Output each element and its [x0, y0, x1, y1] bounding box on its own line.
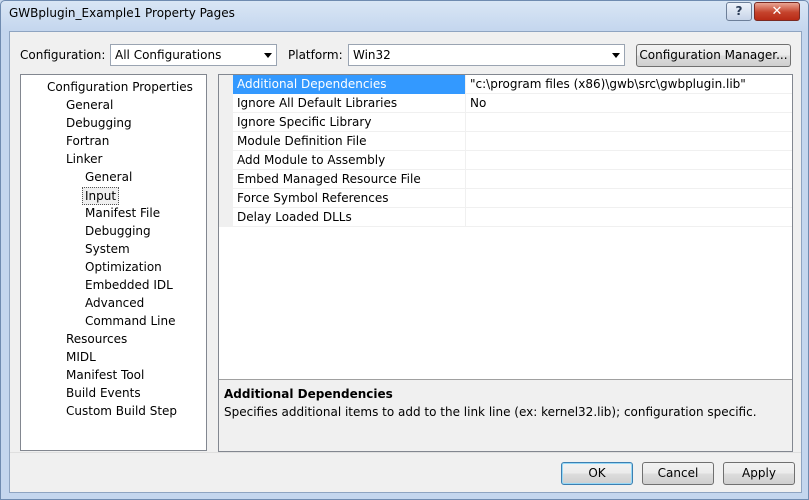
grid-row-gutter — [219, 113, 233, 132]
ok-button[interactable]: OK — [561, 462, 633, 485]
grid-row-gutter — [219, 151, 233, 170]
grid-row[interactable]: Ignore Specific Library — [219, 113, 792, 132]
tree-item[interactable]: Input — [82, 187, 120, 205]
property-tree[interactable]: Configuration Properties General Debugging… — [20, 74, 207, 451]
property-name[interactable]: Module Definition File — [233, 132, 465, 151]
property-value[interactable] — [466, 132, 792, 151]
property-name[interactable]: Force Symbol References — [233, 189, 465, 208]
tree-item[interactable]: Manifest File — [83, 205, 162, 223]
grid-row-gutter — [219, 94, 233, 113]
grid-row[interactable]: Delay Loaded DLLs — [219, 208, 792, 227]
property-name[interactable]: Delay Loaded DLLs — [233, 208, 465, 227]
tree-item[interactable]: Manifest Tool — [64, 367, 146, 385]
grid-row[interactable]: Additional Dependencies "c:\program files… — [219, 75, 792, 94]
description-pane: Additional Dependencies Specifies additi… — [219, 379, 792, 451]
grid-row[interactable]: Force Symbol References — [219, 189, 792, 208]
help-button[interactable]: ? — [726, 2, 752, 21]
tree-item[interactable]: MIDL — [64, 349, 98, 367]
property-name[interactable]: Ignore Specific Library — [233, 113, 465, 132]
grid-row-gutter — [219, 132, 233, 151]
property-name[interactable]: Ignore All Default Libraries — [233, 94, 465, 113]
property-value[interactable] — [466, 113, 792, 132]
property-grid-panel: Additional Dependencies "c:\program files… — [218, 74, 793, 452]
tree-item[interactable]: Resources — [64, 331, 129, 349]
tree-item[interactable]: Custom Build Step — [64, 403, 179, 421]
grid-row[interactable]: Embed Managed Resource File — [219, 170, 792, 189]
configuration-dropdown-value: All Configurations — [115, 48, 222, 62]
property-name[interactable]: Embed Managed Resource File — [233, 170, 465, 189]
chevron-down-icon — [264, 53, 272, 58]
property-name[interactable]: Additional Dependencies — [233, 75, 465, 94]
configuration-dropdown[interactable]: All Configurations — [110, 44, 277, 66]
tree-item[interactable]: Embedded IDL — [83, 277, 175, 295]
chevron-down-icon — [612, 53, 620, 58]
property-value[interactable]: No — [466, 94, 792, 113]
tree-item[interactable]: Advanced — [83, 295, 146, 313]
description-title: Additional Dependencies — [224, 387, 393, 401]
property-name[interactable]: Add Module to Assembly — [233, 151, 465, 170]
grid-row[interactable]: Module Definition File — [219, 132, 792, 151]
dialog-client-area: Configuration: All Configurations Platfo… — [9, 31, 802, 493]
grid-row[interactable]: Add Module to Assembly — [219, 151, 792, 170]
tree-item[interactable]: General — [83, 169, 134, 187]
configuration-manager-button[interactable]: Configuration Manager... — [636, 44, 791, 67]
close-button[interactable]: ✕ — [754, 2, 800, 21]
property-value[interactable] — [466, 151, 792, 170]
grid-row[interactable]: Ignore All Default Libraries No — [219, 94, 792, 113]
property-value[interactable] — [466, 189, 792, 208]
tree-item[interactable]: System — [83, 241, 132, 259]
title-bar[interactable]: GWBplugin_Example1 Property Pages ? ✕ — [1, 1, 808, 27]
tree-item[interactable]: Build Events — [64, 385, 143, 403]
grid-row-gutter — [219, 75, 233, 94]
tree-item[interactable]: Debugging — [64, 115, 134, 133]
tree-item[interactable]: Configuration Properties — [45, 79, 195, 97]
tree-item[interactable]: Debugging — [83, 223, 153, 241]
tree-item[interactable]: Optimization — [83, 259, 164, 277]
cancel-button[interactable]: Cancel — [642, 462, 714, 485]
apply-button[interactable]: Apply — [723, 462, 795, 485]
tree-item[interactable]: Command Line — [83, 313, 178, 331]
description-text: Specifies additional items to add to the… — [224, 405, 757, 419]
tree-item[interactable]: General — [64, 97, 115, 115]
property-value[interactable] — [466, 170, 792, 189]
platform-dropdown[interactable]: Win32 — [348, 44, 625, 66]
property-value[interactable]: "c:\program files (x86)\gwb\src\gwbplugi… — [466, 75, 792, 94]
platform-label: Platform: — [288, 48, 343, 62]
grid-row-gutter — [219, 189, 233, 208]
platform-dropdown-value: Win32 — [353, 48, 391, 62]
grid-row-gutter — [219, 170, 233, 189]
property-value[interactable] — [466, 208, 792, 227]
tree-item[interactable]: Fortran — [64, 133, 111, 151]
tree-item[interactable]: Linker — [64, 151, 104, 169]
window-title: GWBplugin_Example1 Property Pages — [9, 6, 235, 20]
configuration-label: Configuration: — [20, 48, 106, 62]
property-pages-window: GWBplugin_Example1 Property Pages ? ✕ Co… — [0, 0, 809, 500]
grid-row-gutter — [219, 208, 233, 227]
